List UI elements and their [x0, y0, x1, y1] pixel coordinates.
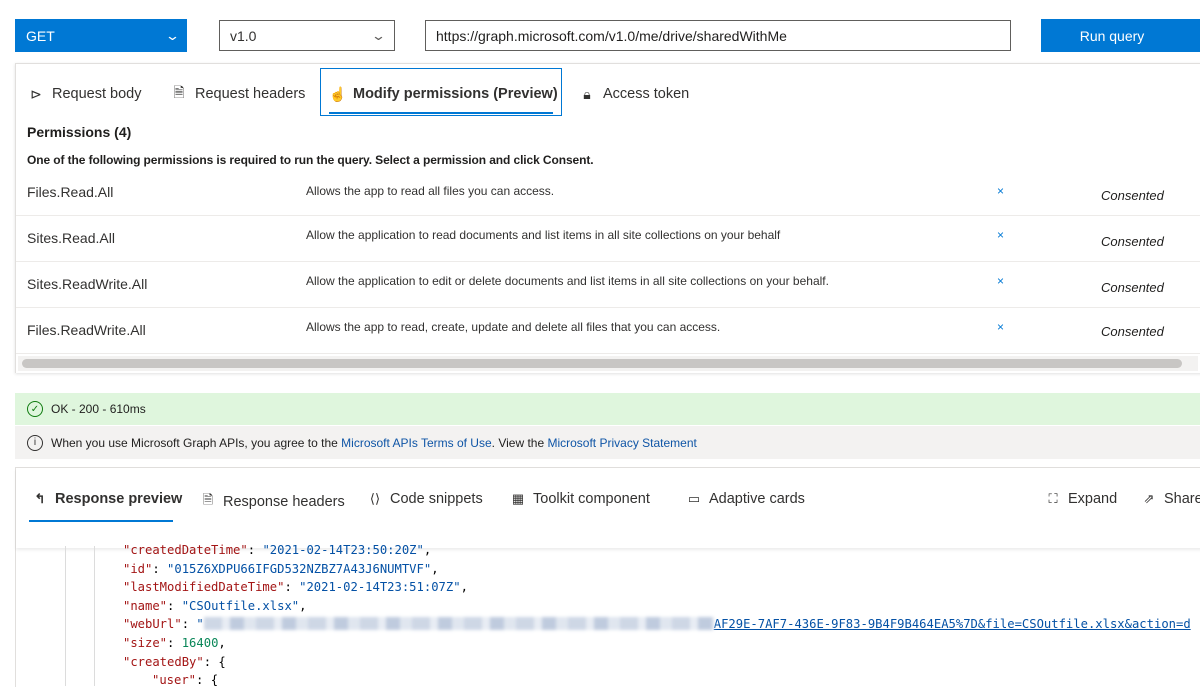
card-icon: ▭ — [687, 491, 701, 506]
run-query-button[interactable]: Run query — [1041, 19, 1200, 52]
tab-label: Response preview — [55, 491, 183, 507]
tab-toolkit-component[interactable]: ▦ Toolkit component — [510, 491, 650, 507]
permission-name: Sites.ReadWrite.All — [27, 276, 148, 292]
admin-consent-icon: × — [997, 228, 1005, 242]
consent-status: Consented — [1101, 280, 1164, 295]
http-method-dropdown[interactable]: GET ⌄ — [15, 19, 187, 52]
info-icon: i — [27, 434, 43, 451]
permission-row[interactable]: Files.ReadWrite.All Allows the app to re… — [16, 308, 1200, 354]
status-text: OK - 200 - 610ms — [51, 402, 146, 416]
tab-adaptive-cards[interactable]: ▭ Adaptive cards — [686, 491, 805, 507]
tab-label: Access token — [603, 86, 690, 102]
json-line: "id": "015Z6XDPU66IFGD532NZBZ7A43J6NUMTV… — [123, 561, 439, 576]
permissions-title: Permissions (4) — [27, 124, 132, 140]
redacted-url-blur — [203, 617, 714, 631]
info-prefix: When you use Microsoft Graph APIs, you a… — [51, 435, 342, 450]
query-url-value: https://graph.microsoft.com/v1.0/me/driv… — [436, 27, 787, 44]
response-tabs-bar — [16, 468, 1200, 548]
web-url-link[interactable]: AF29E-7AF7-436E-9F83-9B4F9B464EA5%7D&fil… — [714, 617, 1191, 631]
run-query-label: Run query — [1079, 27, 1145, 44]
tab-label: Modify permissions (Preview) — [353, 86, 558, 102]
send-icon: ⊳ — [30, 85, 42, 102]
permission-name: Files.ReadWrite.All — [27, 322, 146, 338]
consent-status: Consented — [1101, 234, 1164, 249]
back-arrow-icon: ↰ — [34, 491, 46, 506]
json-line: "user": { — [152, 673, 219, 688]
active-tab-underline — [29, 520, 173, 522]
tab-request-headers[interactable]: 🗎 Request headers — [171, 82, 305, 106]
json-line: "webUrl": " AF29E-7AF7-436E-9F83-9B4F9B46… — [123, 617, 1191, 632]
json-line: "createdDateTime": "2021-02-14T23:50:20Z… — [123, 543, 432, 557]
privacy-statement-link[interactable]: Microsoft Privacy Statement — [547, 436, 696, 450]
lock-icon: 🔒︎ — [583, 85, 591, 102]
consent-status: Consented — [1101, 324, 1164, 339]
response-json-viewer[interactable]: "createdDateTime": "2021-02-14T23:50:20Z… — [16, 543, 1200, 687]
expand-icon: ⛶ — [1048, 491, 1058, 506]
tab-label: Request body — [52, 86, 142, 102]
document-icon: 🗎 — [173, 84, 185, 100]
tab-label: Toolkit component — [533, 491, 650, 507]
active-tab-underline — [329, 112, 553, 114]
permission-row[interactable]: Sites.Read.All Allow the application to … — [16, 216, 1200, 262]
json-line: "lastModifiedDateTime": "2021-02-14T23:5… — [123, 580, 468, 595]
json-line: "size": 16400, — [123, 636, 226, 650]
consent-status: Consented — [1101, 188, 1164, 203]
info-middle: . View the — [491, 435, 548, 450]
tab-response-headers[interactable]: 🗎 Response headers — [200, 491, 345, 513]
json-line: "createdBy": { — [123, 654, 226, 669]
api-version-dropdown[interactable]: v1.0 ⌄ — [219, 20, 395, 51]
share-button[interactable]: ⇗ Share — [1141, 491, 1200, 507]
http-method-value: GET — [26, 27, 55, 44]
permission-row[interactable]: Files.Read.All Allows the app to read al… — [16, 170, 1200, 216]
response-panel: ↰ Response preview 🗎 Response headers ⟨⟩… — [15, 467, 1200, 687]
tab-response-preview[interactable]: ↰ Response preview — [32, 491, 183, 507]
api-version-value: v1.0 — [230, 27, 257, 44]
tab-label: Adaptive cards — [709, 491, 805, 507]
request-panel: ⊳ Request body 🗎 Request headers ☝ Modif… — [15, 63, 1200, 373]
json-line: "name": "CSOutfile.xlsx", — [123, 598, 307, 613]
terms-of-use-link[interactable]: Microsoft APIs Terms of Use — [341, 436, 492, 450]
permissions-description: One of the following permissions is requ… — [27, 153, 594, 167]
admin-consent-icon: × — [997, 274, 1005, 288]
hand-icon: ☝ — [329, 85, 347, 102]
horizontal-scrollbar-thumb[interactable] — [22, 359, 1182, 368]
tab-modify-permissions[interactable]: ☝ Modify permissions (Preview) — [329, 82, 558, 106]
response-status-bar: ✓ OK - 200 - 610ms × — [15, 393, 1200, 425]
permission-text: Allow the application to edit or delete … — [306, 274, 829, 288]
permission-row[interactable]: Sites.ReadWrite.All Allow the applicatio… — [16, 262, 1200, 308]
code-icon: ⟨⟩ — [369, 491, 381, 506]
share-label: Share — [1164, 491, 1200, 507]
document-icon: 🗎 — [202, 492, 214, 507]
share-icon: ⇗ — [1143, 491, 1155, 506]
tab-access-token[interactable]: 🔒︎ Access token — [579, 82, 689, 106]
tab-request-body[interactable]: ⊳ Request body — [28, 82, 141, 106]
success-check-icon: ✓ — [27, 401, 43, 417]
tab-label: Request headers — [195, 86, 306, 102]
toolkit-icon: ▦ — [511, 491, 525, 506]
permission-text: Allows the app to read all files you can… — [306, 184, 555, 198]
terms-info-bar: i When you use Microsoft Graph APIs, you… — [15, 426, 1200, 459]
permission-name: Files.Read.All — [27, 184, 114, 200]
expand-label: Expand — [1068, 491, 1118, 507]
tab-label: Response headers — [223, 494, 345, 510]
tab-label: Code snippets — [390, 491, 483, 507]
permission-text: Allows the app to read, create, update a… — [306, 320, 721, 334]
chevron-down-icon: ⌄ — [370, 28, 387, 43]
query-url-input[interactable]: https://graph.microsoft.com/v1.0/me/driv… — [425, 20, 1011, 51]
tab-code-snippets[interactable]: ⟨⟩ Code snippets — [367, 491, 483, 507]
admin-consent-icon: × — [997, 320, 1005, 334]
permission-text: Allow the application to read documents … — [306, 228, 781, 242]
permission-name: Sites.Read.All — [27, 230, 115, 246]
admin-consent-icon: × — [997, 184, 1005, 198]
chevron-down-icon: ⌄ — [164, 28, 181, 43]
expand-button[interactable]: ⛶ Expand — [1045, 491, 1117, 507]
